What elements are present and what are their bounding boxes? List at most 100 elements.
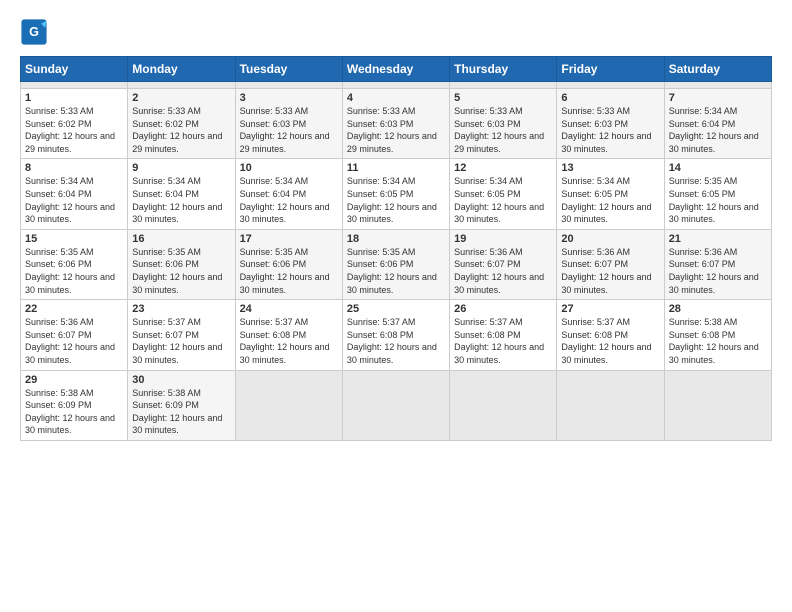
day-info: Sunrise: 5:34 AMSunset: 6:04 PMDaylight:…: [669, 105, 767, 155]
day-cell: 25 Sunrise: 5:37 AMSunset: 6:08 PMDaylig…: [342, 300, 449, 370]
day-cell: [128, 82, 235, 89]
day-info: Sunrise: 5:36 AMSunset: 6:07 PMDaylight:…: [669, 246, 767, 296]
day-info: Sunrise: 5:33 AMSunset: 6:03 PMDaylight:…: [561, 105, 659, 155]
day-number: 20: [561, 233, 659, 245]
day-info: Sunrise: 5:36 AMSunset: 6:07 PMDaylight:…: [25, 316, 123, 366]
day-number: 24: [240, 303, 338, 315]
day-info: Sunrise: 5:33 AMSunset: 6:03 PMDaylight:…: [454, 105, 552, 155]
day-info: Sunrise: 5:34 AMSunset: 6:05 PMDaylight:…: [561, 175, 659, 225]
day-info: Sunrise: 5:33 AMSunset: 6:02 PMDaylight:…: [132, 105, 230, 155]
day-number: 16: [132, 233, 230, 245]
day-number: 29: [25, 374, 123, 386]
col-header-sunday: Sunday: [21, 57, 128, 82]
day-cell: 3 Sunrise: 5:33 AMSunset: 6:03 PMDayligh…: [235, 89, 342, 159]
day-cell: [664, 82, 771, 89]
day-cell: [342, 370, 449, 440]
day-cell: [557, 82, 664, 89]
day-cell: 13 Sunrise: 5:34 AMSunset: 6:05 PMDaylig…: [557, 159, 664, 229]
day-cell: 29 Sunrise: 5:38 AMSunset: 6:09 PMDaylig…: [21, 370, 128, 440]
day-cell: [342, 82, 449, 89]
day-cell: 24 Sunrise: 5:37 AMSunset: 6:08 PMDaylig…: [235, 300, 342, 370]
day-cell: 17 Sunrise: 5:35 AMSunset: 6:06 PMDaylig…: [235, 229, 342, 299]
day-cell: [235, 82, 342, 89]
day-cell: 27 Sunrise: 5:37 AMSunset: 6:08 PMDaylig…: [557, 300, 664, 370]
day-cell: 28 Sunrise: 5:38 AMSunset: 6:08 PMDaylig…: [664, 300, 771, 370]
day-cell: [557, 370, 664, 440]
week-row-2: 8 Sunrise: 5:34 AMSunset: 6:04 PMDayligh…: [21, 159, 772, 229]
day-cell: 23 Sunrise: 5:37 AMSunset: 6:07 PMDaylig…: [128, 300, 235, 370]
week-row-0: [21, 82, 772, 89]
week-row-1: 1 Sunrise: 5:33 AMSunset: 6:02 PMDayligh…: [21, 89, 772, 159]
day-info: Sunrise: 5:37 AMSunset: 6:08 PMDaylight:…: [347, 316, 445, 366]
day-number: 17: [240, 233, 338, 245]
day-info: Sunrise: 5:33 AMSunset: 6:03 PMDaylight:…: [347, 105, 445, 155]
day-cell: 16 Sunrise: 5:35 AMSunset: 6:06 PMDaylig…: [128, 229, 235, 299]
day-number: 9: [132, 162, 230, 174]
day-number: 13: [561, 162, 659, 174]
day-cell: 26 Sunrise: 5:37 AMSunset: 6:08 PMDaylig…: [450, 300, 557, 370]
day-info: Sunrise: 5:34 AMSunset: 6:04 PMDaylight:…: [240, 175, 338, 225]
day-info: Sunrise: 5:35 AMSunset: 6:06 PMDaylight:…: [132, 246, 230, 296]
day-cell: 15 Sunrise: 5:35 AMSunset: 6:06 PMDaylig…: [21, 229, 128, 299]
day-info: Sunrise: 5:37 AMSunset: 6:08 PMDaylight:…: [240, 316, 338, 366]
day-number: 21: [669, 233, 767, 245]
logo: G: [20, 18, 50, 46]
day-info: Sunrise: 5:34 AMSunset: 6:05 PMDaylight:…: [347, 175, 445, 225]
day-cell: [450, 370, 557, 440]
day-info: Sunrise: 5:36 AMSunset: 6:07 PMDaylight:…: [561, 246, 659, 296]
day-info: Sunrise: 5:33 AMSunset: 6:03 PMDaylight:…: [240, 105, 338, 155]
day-number: 27: [561, 303, 659, 315]
day-info: Sunrise: 5:34 AMSunset: 6:05 PMDaylight:…: [454, 175, 552, 225]
day-cell: 10 Sunrise: 5:34 AMSunset: 6:04 PMDaylig…: [235, 159, 342, 229]
day-cell: 11 Sunrise: 5:34 AMSunset: 6:05 PMDaylig…: [342, 159, 449, 229]
day-info: Sunrise: 5:37 AMSunset: 6:08 PMDaylight:…: [561, 316, 659, 366]
day-number: 5: [454, 92, 552, 104]
day-info: Sunrise: 5:36 AMSunset: 6:07 PMDaylight:…: [454, 246, 552, 296]
day-cell: 5 Sunrise: 5:33 AMSunset: 6:03 PMDayligh…: [450, 89, 557, 159]
day-cell: [235, 370, 342, 440]
week-row-3: 15 Sunrise: 5:35 AMSunset: 6:06 PMDaylig…: [21, 229, 772, 299]
logo-icon: G: [20, 18, 48, 46]
day-info: Sunrise: 5:38 AMSunset: 6:08 PMDaylight:…: [669, 316, 767, 366]
day-number: 25: [347, 303, 445, 315]
day-info: Sunrise: 5:37 AMSunset: 6:07 PMDaylight:…: [132, 316, 230, 366]
day-number: 11: [347, 162, 445, 174]
day-cell: 7 Sunrise: 5:34 AMSunset: 6:04 PMDayligh…: [664, 89, 771, 159]
page: G SundayMondayTuesdayWednesdayThursdayFr…: [0, 0, 792, 612]
day-info: Sunrise: 5:37 AMSunset: 6:08 PMDaylight:…: [454, 316, 552, 366]
day-number: 22: [25, 303, 123, 315]
day-cell: 19 Sunrise: 5:36 AMSunset: 6:07 PMDaylig…: [450, 229, 557, 299]
day-number: 28: [669, 303, 767, 315]
day-cell: 30 Sunrise: 5:38 AMSunset: 6:09 PMDaylig…: [128, 370, 235, 440]
header: G: [20, 18, 772, 46]
col-header-thursday: Thursday: [450, 57, 557, 82]
day-info: Sunrise: 5:34 AMSunset: 6:04 PMDaylight:…: [132, 175, 230, 225]
col-header-saturday: Saturday: [664, 57, 771, 82]
day-number: 7: [669, 92, 767, 104]
day-number: 12: [454, 162, 552, 174]
day-info: Sunrise: 5:34 AMSunset: 6:04 PMDaylight:…: [25, 175, 123, 225]
svg-text:G: G: [29, 25, 39, 39]
day-cell: 9 Sunrise: 5:34 AMSunset: 6:04 PMDayligh…: [128, 159, 235, 229]
day-info: Sunrise: 5:35 AMSunset: 6:06 PMDaylight:…: [240, 246, 338, 296]
day-cell: 4 Sunrise: 5:33 AMSunset: 6:03 PMDayligh…: [342, 89, 449, 159]
day-number: 2: [132, 92, 230, 104]
day-cell: 8 Sunrise: 5:34 AMSunset: 6:04 PMDayligh…: [21, 159, 128, 229]
day-number: 19: [454, 233, 552, 245]
day-number: 26: [454, 303, 552, 315]
day-cell: 1 Sunrise: 5:33 AMSunset: 6:02 PMDayligh…: [21, 89, 128, 159]
header-row: SundayMondayTuesdayWednesdayThursdayFrid…: [21, 57, 772, 82]
day-info: Sunrise: 5:33 AMSunset: 6:02 PMDaylight:…: [25, 105, 123, 155]
day-cell: 20 Sunrise: 5:36 AMSunset: 6:07 PMDaylig…: [557, 229, 664, 299]
day-info: Sunrise: 5:38 AMSunset: 6:09 PMDaylight:…: [25, 387, 123, 437]
col-header-wednesday: Wednesday: [342, 57, 449, 82]
day-cell: [450, 82, 557, 89]
day-number: 30: [132, 374, 230, 386]
col-header-monday: Monday: [128, 57, 235, 82]
day-number: 3: [240, 92, 338, 104]
day-cell: 14 Sunrise: 5:35 AMSunset: 6:05 PMDaylig…: [664, 159, 771, 229]
day-number: 23: [132, 303, 230, 315]
day-cell: 2 Sunrise: 5:33 AMSunset: 6:02 PMDayligh…: [128, 89, 235, 159]
day-cell: [21, 82, 128, 89]
day-cell: 18 Sunrise: 5:35 AMSunset: 6:06 PMDaylig…: [342, 229, 449, 299]
